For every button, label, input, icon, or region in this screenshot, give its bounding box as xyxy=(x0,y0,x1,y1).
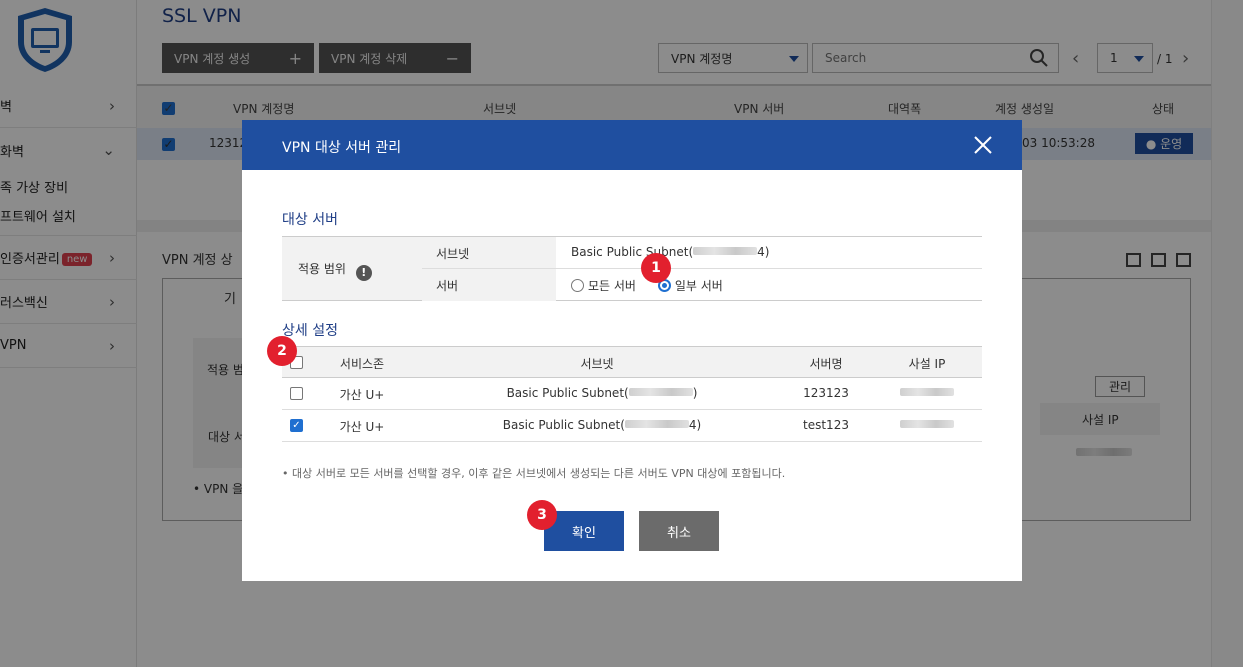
step-badge-2: 2 xyxy=(267,336,297,366)
masked-ip xyxy=(900,388,954,396)
service-zone: 가산 U+ xyxy=(339,388,385,402)
modal-title: VPN 대상 서버 관리 xyxy=(282,140,402,156)
modal-note: • 대상 서버로 모든 서버를 선택할 경우, 이후 같은 서브넷에서 생성되는… xyxy=(282,467,786,480)
table-row[interactable]: ✓ 가산 U+ Basic Public Subnet( 4) test123 xyxy=(282,410,982,442)
scope-label: 적용 범위 xyxy=(298,262,346,276)
info-icon[interactable]: ! xyxy=(355,265,372,281)
subnet-text: Basic Public Subnet( xyxy=(506,386,629,400)
modal-header: VPN 대상 서버 관리 xyxy=(242,120,1022,170)
radio-label: 일부 서버 xyxy=(674,279,723,293)
subnet-suffix: 4) xyxy=(688,418,702,432)
private-ip xyxy=(892,418,962,432)
row-checkbox[interactable] xyxy=(290,387,303,400)
section-title-detail: 상세 설정 xyxy=(282,323,338,339)
subnet-key: 서브넷 xyxy=(422,237,556,269)
subnet-value-text: Basic Public Subnet( xyxy=(571,245,694,259)
target-server-table: 적용 범위 ! 서브넷 Basic Public Subnet( 4) 서버 모든… xyxy=(282,236,982,301)
server-name: 123123 xyxy=(803,386,849,400)
cancel-button[interactable]: 취소 xyxy=(639,511,719,551)
radio-all-servers[interactable]: 모든 서버 xyxy=(571,279,636,293)
masked-subnet xyxy=(628,388,693,396)
masked-subnet xyxy=(624,420,689,428)
vpn-target-server-modal: VPN 대상 서버 관리 대상 서버 적용 범위 ! 서브넷 Basic Pub… xyxy=(242,120,1022,581)
masked-subnet xyxy=(693,247,758,255)
column-header: 서비스존 xyxy=(339,357,385,371)
close-icon[interactable] xyxy=(972,134,994,156)
scope-label-cell: 적용 범위 ! xyxy=(282,237,422,300)
subnet-value-suffix: 4) xyxy=(757,245,770,259)
server-name: test123 xyxy=(803,418,849,432)
detail-table-header: 서비스존 서브넷 서버명 사설 IP xyxy=(282,346,982,378)
masked-ip xyxy=(900,420,954,428)
radio-button[interactable] xyxy=(571,279,584,292)
server-scope-radios: 모든 서버 일부 서버 xyxy=(556,269,982,301)
subnet-suffix: ) xyxy=(692,386,698,400)
service-zone: 가산 U+ xyxy=(339,420,385,434)
row-checkbox-checked[interactable]: ✓ xyxy=(290,419,303,432)
subnet-value: Basic Public Subnet( 4) xyxy=(556,237,982,269)
subnet-cell: Basic Public Subnet() xyxy=(492,386,712,400)
subnet-cell: Basic Public Subnet( 4) xyxy=(492,418,712,432)
private-ip xyxy=(892,386,962,400)
section-title-target: 대상 서버 xyxy=(282,212,338,228)
column-header: 사설 IP xyxy=(908,357,946,371)
subnet-text: Basic Public Subnet( xyxy=(502,418,625,432)
server-key: 서버 xyxy=(422,269,556,301)
table-row[interactable]: 가산 U+ Basic Public Subnet() 123123 xyxy=(282,378,982,410)
radio-label: 모든 서버 xyxy=(588,279,636,293)
step-badge-3: 3 xyxy=(527,500,557,530)
radio-partial-servers[interactable]: 일부 서버 xyxy=(657,279,723,293)
column-header: 서버명 xyxy=(809,357,843,371)
column-header: 서브넷 xyxy=(580,357,614,371)
step-badge-1: 1 xyxy=(641,253,671,283)
